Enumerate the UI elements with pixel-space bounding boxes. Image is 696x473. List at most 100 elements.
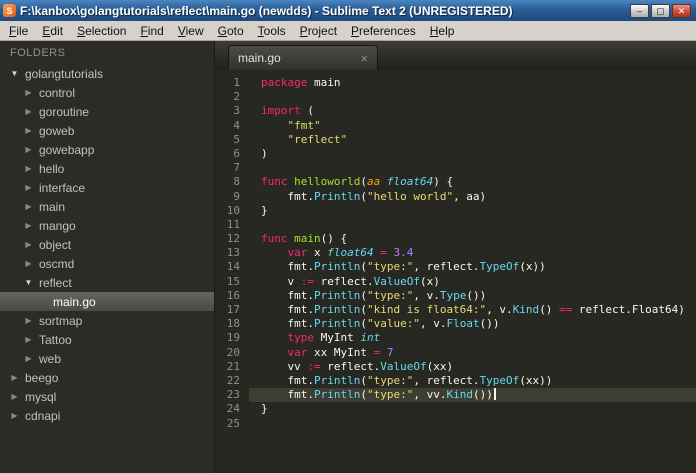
- minimize-button[interactable]: –: [630, 3, 649, 18]
- folder-item-main[interactable]: ▶ main: [0, 197, 214, 216]
- chevron-right-icon[interactable]: ▶: [10, 373, 19, 382]
- code-line-17[interactable]: fmt.Println("kind is float64:", v.Kind()…: [261, 303, 696, 317]
- folder-item-sortmap[interactable]: ▶ sortmap: [0, 311, 214, 330]
- line-number: 6: [233, 146, 240, 160]
- chevron-down-icon[interactable]: ▼: [10, 69, 19, 78]
- code-line-23[interactable]: fmt.Println("type:", vv.Kind()): [249, 388, 696, 403]
- code-line-4[interactable]: "fmt": [261, 119, 696, 133]
- line-number: 21: [226, 359, 240, 373]
- code-line-11[interactable]: [261, 218, 696, 232]
- code-line-24[interactable]: }: [261, 402, 696, 416]
- line-number: 11: [226, 217, 240, 231]
- tree-item-label: gowebapp: [39, 142, 95, 157]
- folder-item-gowebapp[interactable]: ▶ gowebapp: [0, 140, 214, 159]
- chevron-right-icon[interactable]: ▶: [24, 183, 33, 192]
- menu-project[interactable]: Project: [293, 22, 344, 40]
- menu-selection[interactable]: Selection: [70, 22, 133, 40]
- code-line-18[interactable]: fmt.Println("value:", v.Float()): [261, 317, 696, 331]
- tree-item-label: golangtutorials: [25, 66, 104, 81]
- code-line-10[interactable]: }: [261, 204, 696, 218]
- tree-item-label: control: [39, 85, 76, 100]
- menu-help[interactable]: Help: [423, 22, 462, 40]
- line-number: 23: [226, 388, 240, 402]
- code-editor[interactable]: 1 2 3 4 5 6 7 8 9 10 11 12 13 14 15 16 17 18 19 20 21 22 23 24 2…: [215, 70, 696, 473]
- chevron-right-icon[interactable]: ▶: [24, 221, 33, 230]
- code-line-7[interactable]: [261, 161, 696, 175]
- code-line-8[interactable]: func helloworld(aa float64) {: [261, 175, 696, 189]
- chevron-right-icon[interactable]: ▶: [24, 240, 33, 249]
- menu-edit[interactable]: Edit: [35, 22, 70, 40]
- code-line-16[interactable]: fmt.Println("type:", v.Type()): [261, 289, 696, 303]
- line-number: 1: [233, 76, 240, 89]
- menu-find[interactable]: Find: [133, 22, 170, 40]
- code-line-6[interactable]: ): [261, 147, 696, 161]
- code-line-13[interactable]: var x float64 = 3.4: [261, 246, 696, 260]
- folder-item-hello[interactable]: ▶ hello: [0, 159, 214, 178]
- folder-item-golangtutorials[interactable]: ▼ golangtutorials: [0, 64, 214, 83]
- chevron-right-icon[interactable]: ▶: [24, 145, 33, 154]
- code-line-25[interactable]: [261, 417, 696, 431]
- code-line-3[interactable]: import (: [261, 104, 696, 118]
- code-line-19[interactable]: type MyInt int: [261, 331, 696, 345]
- line-number: 5: [233, 132, 240, 146]
- maximize-button[interactable]: ▢: [651, 3, 670, 18]
- sublime-window: S F:\kanbox\golangtutorials\reflect\main…: [0, 0, 696, 473]
- folder-item-reflect[interactable]: ▼ reflect: [0, 273, 214, 292]
- line-number: 17: [226, 303, 240, 316]
- code-line-14[interactable]: fmt.Println("type:", reflect.TypeOf(x)): [261, 260, 696, 274]
- folder-item-oscmd[interactable]: ▶ oscmd: [0, 254, 214, 273]
- chevron-down-icon[interactable]: ▼: [24, 278, 33, 287]
- close-button[interactable]: ✕: [672, 3, 691, 18]
- folder-item-control[interactable]: ▶ control: [0, 83, 214, 102]
- chevron-right-icon[interactable]: ▶: [24, 202, 33, 211]
- tree-item-label: object: [39, 237, 72, 252]
- code-line-12[interactable]: func main() {: [261, 232, 696, 246]
- folder-item-beego[interactable]: ▶ beego: [0, 368, 214, 387]
- folder-item-object[interactable]: ▶ object: [0, 235, 214, 254]
- title-bar[interactable]: S F:\kanbox\golangtutorials\reflect\main…: [0, 0, 696, 21]
- tab-main-go[interactable]: main.go ×: [228, 45, 378, 70]
- chevron-right-icon[interactable]: ▶: [24, 88, 33, 97]
- chevron-right-icon[interactable]: ▶: [24, 107, 33, 116]
- folder-item-interface[interactable]: ▶ interface: [0, 178, 214, 197]
- file-item-main.go[interactable]: main.go: [0, 292, 214, 311]
- line-number: 13: [226, 246, 240, 260]
- menu-tools[interactable]: Tools: [251, 22, 293, 40]
- line-number: 19: [226, 331, 240, 345]
- menu-file[interactable]: File: [2, 22, 35, 40]
- menu-preferences[interactable]: Preferences: [344, 22, 423, 40]
- folder-item-mysql[interactable]: ▶ mysql: [0, 387, 214, 406]
- code-line-20[interactable]: var xx MyInt = 7: [261, 346, 696, 360]
- chevron-right-icon[interactable]: ▶: [24, 316, 33, 325]
- tab-close-icon[interactable]: ×: [360, 52, 368, 65]
- line-number: 16: [226, 288, 240, 302]
- chevron-right-icon[interactable]: ▶: [10, 411, 19, 420]
- code-line-2[interactable]: [261, 90, 696, 104]
- chevron-right-icon[interactable]: ▶: [24, 164, 33, 173]
- code-line-21[interactable]: vv := reflect.ValueOf(xx): [261, 360, 696, 374]
- folder-item-goroutine[interactable]: ▶ goroutine: [0, 102, 214, 121]
- folder-item-goweb[interactable]: ▶ goweb: [0, 121, 214, 140]
- folders-header: FOLDERS: [10, 47, 66, 59]
- folder-item-mango[interactable]: ▶ mango: [0, 216, 214, 235]
- code-line-5[interactable]: "reflect": [261, 133, 696, 147]
- code-line-9[interactable]: fmt.Println("hello world", aa): [261, 190, 696, 204]
- menu-bar: File Edit Selection Find View Goto Tools Projec…: [0, 21, 696, 41]
- code-line-1[interactable]: package main: [261, 76, 696, 90]
- line-number: 4: [233, 118, 240, 132]
- folder-item-Tattoo[interactable]: ▶ Tattoo: [0, 330, 214, 349]
- tree-item-label: mango: [39, 218, 76, 233]
- tree-item-label: sortmap: [39, 313, 83, 328]
- chevron-right-icon[interactable]: ▶: [24, 354, 33, 363]
- menu-goto[interactable]: Goto: [211, 22, 251, 40]
- folder-item-web[interactable]: ▶ web: [0, 349, 214, 368]
- code-line-22[interactable]: fmt.Println("type:", reflect.TypeOf(xx)): [261, 374, 696, 388]
- code-line-15[interactable]: v := reflect.ValueOf(x): [261, 275, 696, 289]
- menu-view[interactable]: View: [171, 22, 211, 40]
- folder-item-cdnapi[interactable]: ▶ cdnapi: [0, 406, 214, 425]
- chevron-right-icon[interactable]: ▶: [24, 335, 33, 344]
- chevron-right-icon[interactable]: ▶: [10, 392, 19, 401]
- tree-item-label: main: [39, 199, 66, 214]
- chevron-right-icon[interactable]: ▶: [24, 126, 33, 135]
- chevron-right-icon[interactable]: ▶: [24, 259, 33, 268]
